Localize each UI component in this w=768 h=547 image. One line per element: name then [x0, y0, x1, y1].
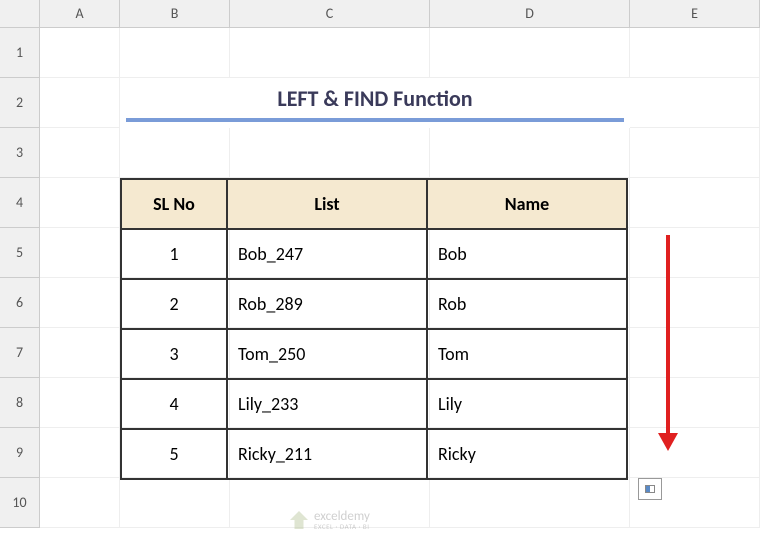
cell-sl[interactable]: 3 [121, 329, 227, 379]
autofill-inner-icon [645, 485, 655, 493]
cell-sl[interactable]: 1 [121, 229, 227, 279]
cell-name[interactable]: Tom [427, 329, 627, 379]
row-header-10[interactable]: 10 [0, 478, 40, 528]
cell-d10[interactable] [430, 478, 630, 528]
table-row: 4 Lily_233 Lily [121, 379, 627, 429]
cell-a9[interactable] [40, 428, 120, 478]
table-row: 1 Bob_247 Bob [121, 229, 627, 279]
cell-a7[interactable] [40, 328, 120, 378]
watermark: exceldemy EXCEL · DATA · BI [290, 510, 370, 530]
row-header-7[interactable]: 7 [0, 328, 40, 378]
arrow-head-icon [658, 433, 678, 451]
header-name[interactable]: Name [427, 179, 627, 229]
cell-list[interactable]: Ricky_211 [227, 429, 427, 479]
autofill-options-icon[interactable] [638, 478, 662, 500]
cell-list[interactable]: Tom_250 [227, 329, 427, 379]
cell-b1[interactable] [120, 28, 230, 78]
cell-name[interactable]: Rob [427, 279, 627, 329]
cell-e6[interactable] [630, 278, 760, 328]
col-header-a[interactable]: A [40, 0, 120, 28]
cell-a5[interactable] [40, 228, 120, 278]
table-row: 2 Rob_289 Rob [121, 279, 627, 329]
cell-a3[interactable] [40, 128, 120, 178]
cell-c1[interactable] [230, 28, 430, 78]
corner-header [0, 0, 40, 28]
cell-d1[interactable] [430, 28, 630, 78]
col-header-e[interactable]: E [630, 0, 760, 28]
row-header-1[interactable]: 1 [0, 28, 40, 78]
cell-sl[interactable]: 5 [121, 429, 227, 479]
row-header-4[interactable]: 4 [0, 178, 40, 228]
cell-e8[interactable] [630, 378, 760, 428]
cell-e5[interactable] [630, 228, 760, 278]
row-header-6[interactable]: 6 [0, 278, 40, 328]
watermark-tagline: EXCEL · DATA · BI [314, 523, 370, 530]
watermark-logo-icon [290, 511, 308, 529]
cell-b10[interactable] [120, 478, 230, 528]
cell-a10[interactable] [40, 478, 120, 528]
cell-name[interactable]: Bob [427, 229, 627, 279]
col-header-c[interactable]: C [230, 0, 430, 28]
cell-name[interactable]: Lily [427, 379, 627, 429]
data-table: SL No List Name 1 Bob_247 Bob 2 Rob_289 … [120, 178, 628, 480]
cell-d3[interactable] [430, 128, 630, 178]
table-header-row: SL No List Name [121, 179, 627, 229]
cell-a6[interactable] [40, 278, 120, 328]
col-header-b[interactable]: B [120, 0, 230, 28]
header-list[interactable]: List [227, 179, 427, 229]
cell-e7[interactable] [630, 328, 760, 378]
cell-list[interactable]: Rob_289 [227, 279, 427, 329]
cell-e9[interactable] [630, 428, 760, 478]
table-row: 3 Tom_250 Tom [121, 329, 627, 379]
cell-a1[interactable] [40, 28, 120, 78]
arrow-line-icon [666, 235, 670, 435]
cell-list[interactable]: Bob_247 [227, 229, 427, 279]
cell-e2[interactable] [630, 78, 760, 128]
table-row: 5 Ricky_211 Ricky [121, 429, 627, 479]
cell-c3[interactable] [230, 128, 430, 178]
cell-e3[interactable] [630, 128, 760, 178]
row-header-3[interactable]: 3 [0, 128, 40, 178]
cell-name[interactable]: Ricky [427, 429, 627, 479]
cell-sl[interactable]: 4 [121, 379, 227, 429]
row-header-8[interactable]: 8 [0, 378, 40, 428]
row-header-9[interactable]: 9 [0, 428, 40, 478]
cell-a2[interactable] [40, 78, 120, 128]
cell-a4[interactable] [40, 178, 120, 228]
cell-e4[interactable] [630, 178, 760, 228]
col-header-d[interactable]: D [430, 0, 630, 28]
title-cell[interactable]: LEFT & FIND Function [126, 78, 624, 122]
cell-a8[interactable] [40, 378, 120, 428]
row-header-5[interactable]: 5 [0, 228, 40, 278]
row-header-2[interactable]: 2 [0, 78, 40, 128]
cell-e1[interactable] [630, 28, 760, 78]
cell-sl[interactable]: 2 [121, 279, 227, 329]
cell-list[interactable]: Lily_233 [227, 379, 427, 429]
annotation-arrow [658, 235, 678, 465]
header-sl[interactable]: SL No [121, 179, 227, 229]
cell-b3[interactable] [120, 128, 230, 178]
